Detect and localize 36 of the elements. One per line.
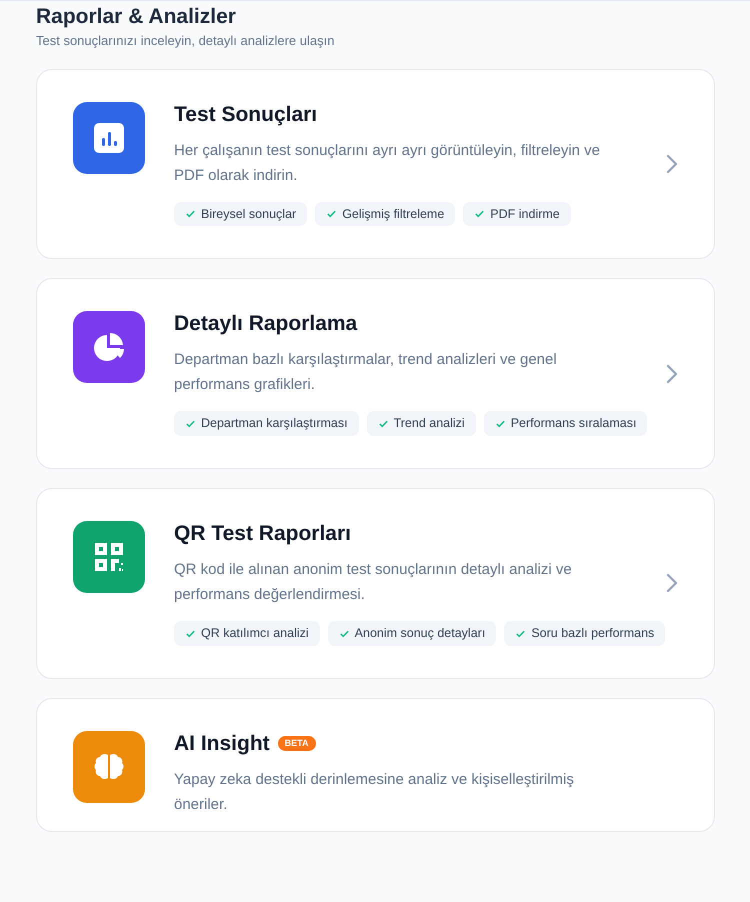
feature-tag: Bireysel sonuçlar (174, 202, 308, 226)
report-card[interactable]: QR Test Raporları QR kod ile alınan anonim test sonuçlarının detaylı analizi ve performans değerlendirmesi. QR katılımcı analizi Anonim sonuç detayları Soru bazlı performans (36, 488, 715, 679)
check-icon (378, 418, 389, 430)
check-icon (474, 208, 486, 220)
qr-code-icon (93, 541, 125, 573)
feature-tag: Soru bazlı performans (504, 621, 666, 646)
chevron-right-icon (666, 364, 678, 384)
page-title: Raporlar & Analizler (36, 4, 237, 30)
bar-chart-icon (93, 122, 125, 154)
check-icon (494, 418, 506, 430)
feature-tag: PDF indirme (463, 202, 571, 226)
feature-tag: Anonim sonuç detayları (328, 621, 496, 646)
card-description: QR kod ile alınan anonim test sonuçlarının detaylı analizi ve performans değerlendirmesi. (174, 560, 573, 605)
feature-tag: Performans sıralaması (484, 411, 648, 436)
card-description: Departman bazlı karşılaştırmalar, trend analizleri ve genel performans grafikleri. (174, 350, 558, 396)
card-title: Detaylı Raporlama (174, 311, 358, 338)
card-title: Test Sonuçları (174, 102, 318, 128)
card-title: AI Insight (174, 730, 270, 757)
page-subtitle: Test sonuçlarınızı inceleyin, detaylı analizlere ulaşın (36, 32, 336, 50)
feature-tag: Departman karşılaştırması (174, 411, 359, 436)
beta-label: BETA (278, 736, 316, 752)
card-title: QR Test Raporları (174, 521, 351, 547)
check-icon (326, 208, 338, 220)
feature-tag: QR katılımcı analizi (174, 621, 320, 646)
pie-chart-icon (93, 331, 125, 364)
check-icon (185, 418, 196, 430)
chevron-right-icon (666, 154, 678, 174)
card-description: Yapay zeka destekli derinlemesine analiz ve kişiselleştirilmiş öneriler. (174, 770, 575, 815)
report-card[interactable]: AI Insight BETA Yapay zeka destekli derinlemesine analiz ve kişiselleştirilmiş öneriler. (36, 698, 715, 832)
card-description: Her çalışanın test sonuçlarını ayrı ayrı görüntüleyin, filtreleyin ve PDF olarak indirin. (174, 140, 602, 186)
feature-tag: Trend analizi (366, 411, 476, 436)
check-icon (185, 208, 196, 220)
report-card[interactable]: Test Sonuçları Her çalışanın test sonuçlarını ayrı ayrı görüntüleyin, filtreleyin ve PDF olarak indirin. Bireysel sonuçlar Gelişmiş filtreleme PDF indirme (36, 68, 715, 260)
report-card[interactable]: Detaylı Raporlama Departman bazlı karşılaştırmalar, trend analizleri ve genel performans grafikleri. Departman karşılaştırması Trend analizi Performans sıralaması (36, 278, 715, 469)
feature-tag: Gelişmiş filtreleme (315, 202, 456, 226)
chevron-right-icon (666, 573, 678, 594)
